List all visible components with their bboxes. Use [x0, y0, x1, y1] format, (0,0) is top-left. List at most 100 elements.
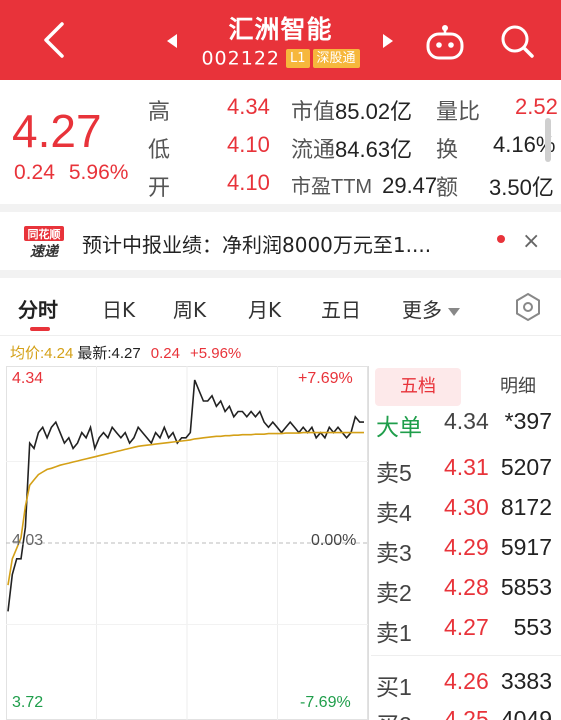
chart-border: [368, 366, 369, 720]
stat-label: 开: [148, 175, 171, 200]
big-order-row[interactable]: 大单 4.34 *397: [376, 408, 556, 442]
avg-price-line: [7, 431, 364, 586]
tab-details[interactable]: 明细: [483, 368, 553, 406]
tab-daily-k[interactable]: 日K: [102, 294, 135, 323]
order-level-row[interactable]: 卖4 4.30 8172: [376, 494, 556, 528]
stat-label: 量比: [436, 99, 481, 124]
order-level-volume: 3383: [500, 668, 552, 694]
stat-label: 市盈TTM: [291, 176, 373, 198]
order-level-volume: 5917: [500, 534, 552, 560]
order-level-label: 卖2: [376, 580, 412, 606]
stat-value: 85.02亿: [335, 99, 413, 124]
tab-monthly-k[interactable]: 月K: [248, 294, 281, 323]
stock-header: 汇洲智能 002122 L1 深股通: [0, 0, 561, 80]
order-level-volume: 5207: [500, 454, 552, 480]
order-level-volume: 8172: [500, 494, 552, 520]
order-level-volume: 4049: [500, 706, 552, 720]
info-change: 0.24: [150, 345, 180, 362]
order-level-price: 4.27: [444, 614, 489, 640]
tab-weekly-k[interactable]: 周K: [173, 294, 206, 323]
tab-five-day[interactable]: 五日: [321, 294, 361, 323]
stat-label: 低: [148, 137, 171, 162]
tab-more-label: 更多: [402, 298, 442, 322]
order-level-price: 4.26: [444, 668, 489, 694]
divider: [0, 270, 561, 278]
order-level-price: 4.34: [444, 408, 489, 434]
order-level-row[interactable]: 卖5 4.31 5207: [376, 454, 556, 488]
settings-hexagon-icon[interactable]: [513, 292, 543, 322]
stat-open: 开: [148, 170, 170, 202]
pct-axis-bottom-label: -7.69%: [300, 694, 351, 711]
news-ticker[interactable]: 同花顺 速递 预计中报业绩：净利润8000万元至1....: [0, 212, 561, 272]
stat-label: 市值: [291, 99, 336, 124]
divider: [371, 655, 561, 656]
next-stock-icon[interactable]: [381, 33, 395, 49]
order-level-row[interactable]: 卖2 4.28 5853: [376, 574, 556, 608]
assistant-robot-icon[interactable]: [425, 24, 465, 60]
change-percent: 5.96%: [68, 161, 129, 184]
order-level-label: 卖4: [376, 500, 412, 526]
stat-label: 换: [436, 137, 459, 162]
stat-high-value: 4.34: [227, 94, 270, 119]
price-change: 0.24 5.96%: [14, 161, 128, 185]
stat-volume-ratio: 量比: [436, 94, 480, 126]
order-level-row[interactable]: 买2 4.25 4049: [376, 706, 556, 720]
info-change-pct: +5.96%: [189, 345, 242, 362]
stock-code-row: 002122 L1 深股通: [0, 47, 561, 70]
order-level-row[interactable]: 卖3 4.29 5917: [376, 534, 556, 568]
stat-low-value: 4.10: [227, 132, 270, 157]
svg-text:同花顺: 同花顺: [28, 227, 61, 241]
change-value: 0.24: [14, 161, 55, 184]
order-level-label: 买1: [376, 674, 412, 700]
stat-value: 29.47: [382, 173, 438, 198]
current-price: 4.27: [12, 105, 102, 157]
pct-axis-top-label: +7.69%: [298, 370, 353, 387]
stat-label: 额: [436, 175, 459, 200]
svg-text:速递: 速递: [30, 243, 60, 260]
y-axis-top-label: 4.34: [12, 370, 44, 387]
latest-price-label: 最新:4.27: [77, 345, 141, 362]
price-line: [7, 379, 364, 612]
level-badge: L1: [286, 49, 310, 68]
y-axis-bottom-label: 3.72: [12, 694, 44, 711]
order-level-row[interactable]: 买1 4.26 3383: [376, 668, 556, 702]
close-icon[interactable]: ×: [522, 229, 540, 254]
stat-label: 流通: [291, 137, 336, 162]
market-badge: 深股通: [312, 49, 360, 68]
scrollbar[interactable]: [545, 118, 551, 162]
order-level-price: 4.30: [444, 494, 489, 520]
tab-five-levels[interactable]: 五档: [375, 368, 461, 406]
order-level-label: 卖5: [376, 460, 412, 486]
stat-pe: 市盈TTM 29.47: [291, 170, 437, 199]
order-level-volume: *397: [504, 408, 552, 434]
chart-tabs: 分时 日K 周K 月K 五日 更多: [0, 278, 561, 336]
order-level-label: 买2: [376, 706, 412, 720]
stat-label: 高: [148, 99, 171, 124]
stat-value: 84.63亿: [335, 137, 413, 162]
order-level-label: 大单: [376, 414, 422, 440]
order-level-label: 卖1: [376, 620, 412, 646]
order-level-volume: 5853: [500, 574, 552, 600]
stat-float-cap: 流通84.63亿: [291, 132, 412, 164]
tab-intraday[interactable]: 分时: [18, 294, 58, 323]
stat-open-value: 4.10: [227, 170, 270, 195]
order-level-price: 4.25: [444, 706, 489, 720]
chevron-down-icon: [448, 307, 460, 316]
search-icon[interactable]: [499, 23, 535, 59]
order-level-volume: 553: [513, 614, 552, 640]
order-level-row[interactable]: 卖1 4.27 553: [376, 614, 556, 648]
order-level-price: 4.29: [444, 534, 489, 560]
news-source-logo: 同花顺 速递: [24, 226, 64, 260]
stat-volume-ratio-value: 2.52: [515, 94, 558, 119]
divider: [0, 204, 561, 212]
stock-code: 002122: [201, 47, 280, 70]
active-tab-indicator: [30, 327, 50, 331]
pct-axis-mid-label: 0.00%: [311, 532, 357, 549]
stat-amount-value: 3.50亿: [489, 175, 554, 200]
stock-name: 汇洲智能: [228, 15, 333, 44]
stat-turnover: 换: [436, 132, 458, 164]
stat-low: 低: [148, 132, 170, 164]
tab-more[interactable]: 更多: [402, 294, 460, 323]
news-headline[interactable]: 预计中报业绩：净利润8000万元至1....: [82, 229, 431, 258]
stat-high: 高: [148, 94, 170, 126]
